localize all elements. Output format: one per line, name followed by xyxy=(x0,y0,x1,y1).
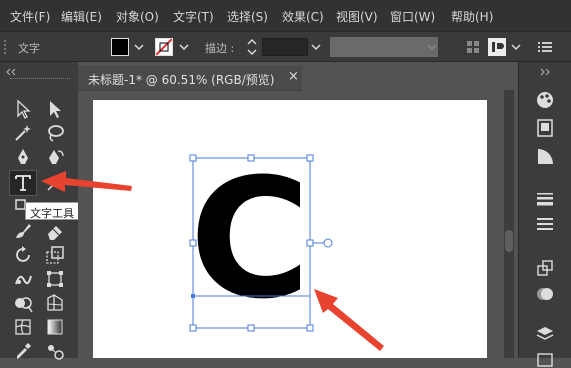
stroke-swatch[interactable] xyxy=(155,38,173,56)
menu-edit[interactable]: 编辑(E) xyxy=(61,8,102,25)
layers-icon[interactable] xyxy=(535,324,555,344)
chevron-down-icon[interactable] xyxy=(133,41,145,53)
grip-icon xyxy=(4,40,12,54)
document-tab-bar: 未标题-1* @ 60.51% (RGB/预览) × xyxy=(78,66,302,91)
transform-panel-icon[interactable] xyxy=(535,258,555,278)
mesh-icon[interactable] xyxy=(12,316,34,338)
pathfinder-icon[interactable] xyxy=(535,284,555,304)
stroke-panel-icon[interactable] xyxy=(535,189,555,209)
color-panel-icon[interactable] xyxy=(535,90,555,110)
artboard[interactable] xyxy=(93,100,487,358)
menu-file[interactable]: 文件(F) xyxy=(10,8,50,25)
menu-view[interactable]: 视图(V) xyxy=(336,8,378,25)
menu-effect[interactable]: 效果(C) xyxy=(282,8,324,25)
lasso-icon[interactable] xyxy=(44,122,66,144)
eraser-icon[interactable] xyxy=(44,220,66,242)
magic-wand-icon[interactable] xyxy=(12,122,34,144)
color-guide-icon[interactable] xyxy=(535,146,555,166)
shape-builder-icon[interactable] xyxy=(12,292,34,314)
chevron-down-icon[interactable] xyxy=(178,41,190,53)
close-icon[interactable]: × xyxy=(288,69,299,84)
transform-icon[interactable] xyxy=(487,37,507,57)
type-tool-button[interactable] xyxy=(9,170,37,196)
control-bar: 文字 描边 : xyxy=(0,31,571,62)
tool-name-label: 文字 xyxy=(18,42,40,55)
scale-icon[interactable] xyxy=(44,244,66,266)
chevron-down-icon[interactable] xyxy=(310,41,322,53)
document-tab[interactable]: 未标题-1* @ 60.51% (RGB/预览) × xyxy=(78,66,302,90)
direct-selection-icon[interactable] xyxy=(44,98,66,120)
gradient-icon[interactable] xyxy=(44,316,66,338)
document-tab-title: 未标题-1* @ 60.51% (RGB/预览) xyxy=(88,73,275,87)
panel-menu-icon[interactable] xyxy=(538,41,552,53)
stroke-label: 描边 : xyxy=(205,42,235,55)
menu-bar: 文件(F) 编辑(E) 对象(O) 文字(T) 选择(S) 效果(C) 视图(V… xyxy=(0,0,571,31)
stepper-icon[interactable] xyxy=(246,37,258,57)
chevron-down-icon[interactable] xyxy=(426,41,438,53)
no-stroke-icon xyxy=(156,39,172,55)
panels-dock xyxy=(518,62,571,367)
curvature-icon[interactable] xyxy=(44,146,66,168)
line-icon[interactable] xyxy=(44,172,66,194)
menu-type[interactable]: 文字(T) xyxy=(173,8,214,25)
menu-select[interactable]: 选择(S) xyxy=(227,8,268,25)
rotate-icon[interactable] xyxy=(12,244,34,266)
eyedropper-icon[interactable] xyxy=(12,340,34,362)
vertical-scrollbar[interactable] xyxy=(504,90,514,358)
libraries-icon[interactable] xyxy=(535,118,555,138)
paintbrush-icon[interactable] xyxy=(12,220,34,242)
blend-icon[interactable] xyxy=(44,340,66,362)
align-panel-icon[interactable] xyxy=(535,214,555,234)
menu-window[interactable]: 窗口(W) xyxy=(390,8,435,25)
stroke-weight-input[interactable] xyxy=(262,38,308,56)
perspective-icon[interactable] xyxy=(44,292,66,314)
graphic-style-field[interactable] xyxy=(330,37,438,57)
scrollbar-thumb[interactable] xyxy=(505,230,513,252)
expand-arrows-icon[interactable] xyxy=(539,68,551,76)
fill-swatch[interactable] xyxy=(111,38,129,56)
panel-grip xyxy=(10,78,70,81)
chevron-down-icon[interactable] xyxy=(510,41,522,53)
collapse-arrows-icon[interactable] xyxy=(5,68,17,76)
menu-object[interactable]: 对象(O) xyxy=(116,8,159,25)
selection-icon[interactable] xyxy=(12,98,34,120)
pen-icon[interactable] xyxy=(12,146,34,168)
asset-export-icon[interactable] xyxy=(535,348,555,368)
type-icon xyxy=(15,175,31,191)
menu-help[interactable]: 帮助(H) xyxy=(451,8,493,25)
warp-icon[interactable] xyxy=(12,268,34,290)
align-grid-icon[interactable] xyxy=(466,40,480,54)
free-transform-icon[interactable] xyxy=(44,268,66,290)
